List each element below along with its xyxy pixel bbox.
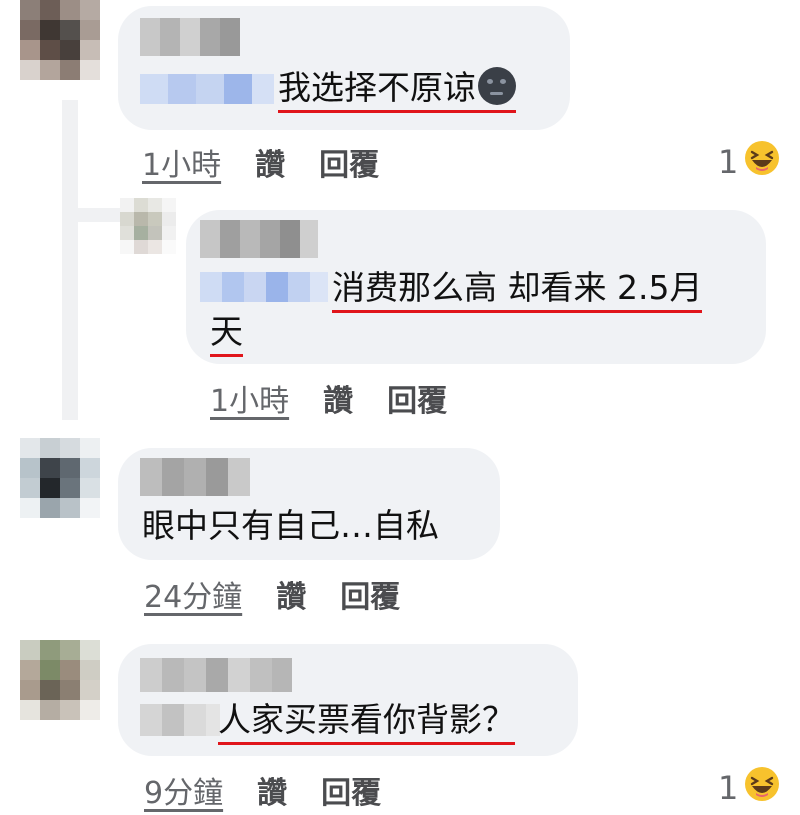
thread-line bbox=[62, 100, 78, 420]
timestamp-link[interactable]: 9分鐘 bbox=[144, 768, 223, 812]
reaction-count: 1 bbox=[718, 143, 739, 181]
tag-blurred bbox=[140, 704, 220, 736]
like-button[interactable]: 讚 bbox=[323, 376, 353, 420]
comment-text-line2: 天 bbox=[210, 310, 243, 357]
avatar[interactable] bbox=[20, 0, 100, 80]
tag-blurred bbox=[200, 272, 328, 302]
reaction-summary[interactable]: 1 bbox=[718, 766, 780, 810]
author-name-blurred[interactable] bbox=[200, 220, 318, 258]
reaction-count: 1 bbox=[718, 769, 739, 807]
reply-button[interactable]: 回覆 bbox=[319, 140, 379, 184]
author-name-blurred[interactable] bbox=[140, 458, 250, 496]
comment-bubble: 消费那么高 却看来 2.5月 天 bbox=[186, 210, 766, 364]
tag-blurred bbox=[140, 74, 274, 104]
comment-bubble: 眼中只有自己…自私 bbox=[118, 448, 500, 560]
comment-bubble: 人家买票看你背影？ bbox=[118, 644, 578, 756]
like-button[interactable]: 讚 bbox=[255, 140, 285, 184]
like-button[interactable]: 讚 bbox=[257, 768, 287, 812]
comment-text-line1: 消费那么高 却看来 2.5月 bbox=[332, 266, 703, 313]
comment-meta: 1小時 讚 回覆 bbox=[142, 140, 379, 184]
author-name-blurred[interactable] bbox=[140, 18, 240, 56]
reply-button[interactable]: 回覆 bbox=[340, 572, 400, 616]
comment-text: 我选择不原谅 bbox=[278, 66, 516, 113]
avatar[interactable] bbox=[20, 640, 100, 720]
timestamp-link[interactable]: 1小時 bbox=[142, 140, 221, 184]
like-button[interactable]: 讚 bbox=[276, 572, 306, 616]
reaction-summary[interactable]: 1 bbox=[718, 140, 780, 184]
comment-text: 眼中只有自己…自私 bbox=[142, 506, 439, 545]
comment-bubble: 我选择不原谅 bbox=[118, 6, 570, 130]
comment-meta: 24分鐘 讚 回覆 bbox=[144, 572, 400, 616]
comment-text: 人家买票看你背影？ bbox=[218, 698, 515, 745]
reply-button[interactable]: 回覆 bbox=[387, 376, 447, 420]
thread-branch bbox=[62, 208, 122, 222]
timestamp-link[interactable]: 1小時 bbox=[210, 376, 289, 420]
new-moon-face-emoji bbox=[478, 67, 516, 105]
comment-meta: 1小時 讚 回覆 bbox=[210, 376, 447, 420]
laughing-face-icon bbox=[744, 140, 780, 184]
laughing-face-icon bbox=[744, 766, 780, 810]
reply-button[interactable]: 回覆 bbox=[321, 768, 381, 812]
timestamp-link[interactable]: 24分鐘 bbox=[144, 572, 242, 616]
avatar[interactable] bbox=[20, 438, 100, 518]
avatar[interactable] bbox=[120, 198, 176, 254]
comment-meta: 9分鐘 讚 回覆 bbox=[144, 768, 381, 812]
author-name-blurred[interactable] bbox=[140, 658, 292, 692]
